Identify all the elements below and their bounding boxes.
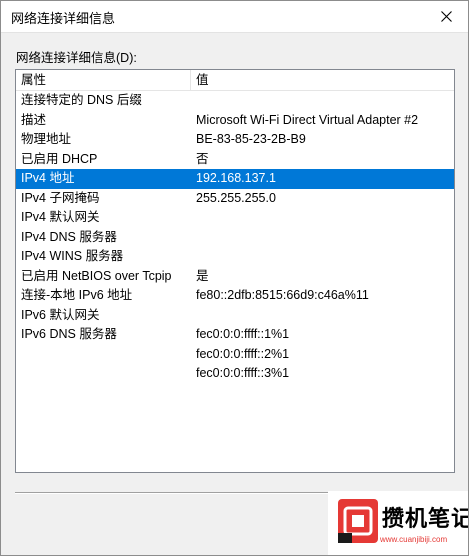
- table-row[interactable]: 描述 Microsoft Wi-Fi Direct Virtual Adapter…: [16, 111, 454, 131]
- row-property: IPv4 子网掩码: [21, 190, 100, 205]
- details-listview[interactable]: 属性 值 连接特定的 DNS 后缀 描述 Microsoft Wi-Fi Direc…: [15, 69, 455, 473]
- table-row[interactable]: IPv4 子网掩码 255.255.255.0: [16, 189, 454, 209]
- row-property: IPv4 默认网关: [21, 210, 100, 224]
- row-value: Microsoft Wi-Fi Direct Virtual Adapter #…: [196, 112, 419, 127]
- table-row[interactable]: 连接-本地 IPv6 地址 fe80::2dfb:8515:66d9:c46a%1…: [16, 286, 454, 306]
- table-row[interactable]: 连接特定的 DNS 后缀: [16, 91, 454, 111]
- row-property: IPv6 默认网关: [21, 307, 100, 322]
- row-property: 连接-本地 IPv6 地址: [21, 288, 133, 302]
- row-value: [191, 228, 454, 248]
- listview-body: 连接特定的 DNS 后缀 描述 Microsoft Wi-Fi Direct Vir…: [16, 91, 454, 384]
- row-value: [191, 306, 454, 326]
- row-value: BE-83-85-23-2B-B9: [196, 132, 306, 146]
- table-row[interactable]: IPv4 DNS 服务器: [16, 228, 454, 248]
- watermark-title: 攒机笔记: [382, 507, 468, 532]
- close-button[interactable]: [424, 1, 468, 32]
- table-row[interactable]: IPv4 地址 192.168.137.1: [16, 169, 454, 189]
- row-value: fec0:0:0:ffff::3%1: [196, 366, 290, 380]
- network-details-dialog: 网络连接详细信息 网络连接详细信息(D): 属性 值 连接特定的 DNS 后缀描…: [0, 0, 469, 556]
- table-row[interactable]: 物理地址 BE-83-85-23-2B-B9: [16, 130, 454, 150]
- row-property: 已启用 NetBIOS over Tcpip: [21, 268, 172, 283]
- row-value: [191, 247, 454, 267]
- row-value: fe80::2dfb:8515:66d9:c46a%11: [196, 288, 369, 302]
- watermark-logo-icon: [338, 499, 378, 543]
- row-value: [191, 208, 454, 228]
- row-value: fec0:0:0:ffff::1%1: [196, 327, 290, 341]
- close-icon: [440, 11, 452, 22]
- row-property: 描述: [21, 112, 47, 127]
- row-value: 是: [196, 268, 209, 283]
- row-value: [191, 91, 454, 111]
- row-property: 连接特定的 DNS 后缀: [21, 93, 142, 107]
- row-value: 255.255.255.0: [196, 190, 276, 205]
- table-row[interactable]: fec0:0:0:ffff::2%1: [16, 345, 454, 365]
- row-property: IPv6 DNS 服务器: [21, 327, 117, 341]
- row-property: IPv4 DNS 服务器: [21, 229, 117, 244]
- table-row[interactable]: IPv6 DNS 服务器 fec0:0:0:ffff::1%1: [16, 325, 454, 345]
- row-property: [16, 364, 191, 384]
- row-property: 物理地址: [21, 132, 72, 146]
- table-row[interactable]: IPv4 默认网关: [16, 208, 454, 228]
- listview-header: 属性 值: [16, 70, 454, 91]
- row-property: 已启用 DHCP: [21, 151, 98, 166]
- row-value: 192.168.137.1: [196, 171, 276, 185]
- column-header-value[interactable]: 值: [191, 70, 454, 90]
- watermark: 攒机笔记 www.cuanjibiji.com: [328, 491, 468, 555]
- row-property: IPv4 地址: [21, 171, 75, 185]
- column-header-property[interactable]: 属性: [16, 70, 191, 90]
- table-row[interactable]: fec0:0:0:ffff::3%1: [16, 364, 454, 384]
- row-property: [16, 345, 191, 365]
- row-value: 否: [196, 151, 209, 166]
- table-row[interactable]: IPv4 WINS 服务器: [16, 247, 454, 267]
- title-bar[interactable]: 网络连接详细信息: [1, 1, 468, 33]
- table-row[interactable]: 已启用 NetBIOS over Tcpip 是: [16, 267, 454, 287]
- details-label: 网络连接详细信息(D):: [16, 51, 137, 65]
- table-row[interactable]: 已启用 DHCP 否: [16, 150, 454, 170]
- table-row[interactable]: IPv6 默认网关: [16, 306, 454, 326]
- window-title: 网络连接详细信息: [11, 11, 116, 26]
- row-property: IPv4 WINS 服务器: [21, 249, 124, 263]
- row-value: fec0:0:0:ffff::2%1: [196, 346, 290, 361]
- watermark-url: www.cuanjibiji.com: [380, 535, 448, 544]
